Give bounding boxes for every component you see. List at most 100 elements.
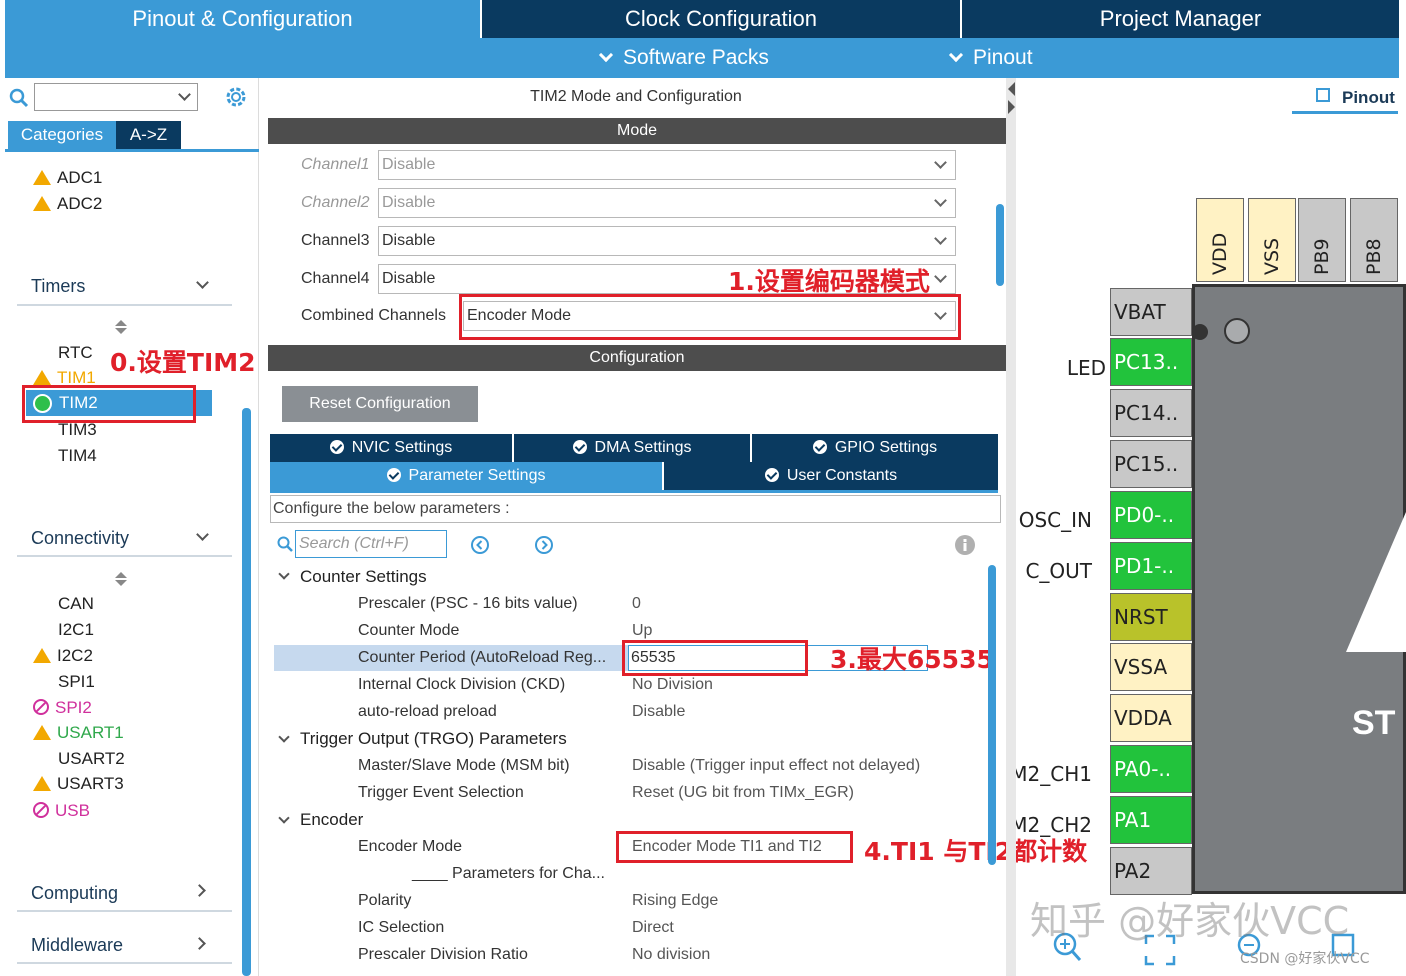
group-trgo-parameters[interactable]: Trigger Output (TRGO) Parameters — [300, 729, 567, 749]
collapse-right-icon[interactable] — [1008, 100, 1015, 114]
pin-vdda[interactable]: VDDA — [1110, 694, 1192, 742]
pin-pa2[interactable]: PA2 — [1110, 847, 1192, 895]
pin-pa0[interactable]: PA0-.. — [1110, 745, 1192, 793]
category-item-usart3[interactable]: USART3 — [33, 774, 124, 794]
pin-pc14[interactable]: PC14.. — [1110, 389, 1192, 437]
annotation-step0: 0.设置TIM2 — [110, 348, 256, 377]
info-icon[interactable] — [954, 534, 976, 556]
collapse-left-icon[interactable] — [1008, 82, 1015, 96]
pin-vdd[interactable]: VDD — [1196, 198, 1244, 282]
section-computing[interactable]: Computing — [31, 883, 118, 904]
category-item-usart1[interactable]: USART1 — [33, 723, 124, 743]
warning-icon — [33, 648, 51, 663]
gear-icon[interactable] — [224, 85, 248, 109]
pin-nrst[interactable]: NRST — [1110, 593, 1192, 641]
watermark-csdn: CSDN @好家伙VCC — [1240, 951, 1370, 967]
check-circle-icon — [329, 440, 344, 454]
section-timers[interactable]: Timers — [31, 276, 85, 297]
category-item-can[interactable]: CAN — [58, 594, 94, 614]
pin-vss[interactable]: VSS — [1248, 198, 1296, 282]
tab-user-constants[interactable]: User Constants — [664, 462, 998, 490]
param-value[interactable]: Direct — [632, 919, 674, 937]
tab-dma-settings[interactable]: DMA Settings — [514, 434, 750, 462]
category-item-tim3[interactable]: TIM3 — [58, 420, 97, 440]
category-item-rtc[interactable]: RTC — [58, 343, 93, 363]
tab-gpio-settings[interactable]: GPIO Settings — [752, 434, 998, 462]
pin-label-led: LED — [1066, 356, 1106, 380]
previous-icon[interactable] — [470, 535, 490, 555]
scrollbar[interactable] — [242, 408, 251, 976]
channel2-select[interactable]: Disable — [378, 188, 956, 218]
group-counter-settings[interactable]: Counter Settings — [300, 567, 427, 587]
category-item-i2c2[interactable]: I2C2 — [33, 646, 93, 666]
param-value[interactable]: Up — [632, 622, 652, 640]
param-value[interactable]: 0 — [632, 595, 641, 613]
pin-pc15[interactable]: PC15.. — [1110, 440, 1192, 488]
category-item-usart2[interactable]: USART2 — [58, 749, 125, 769]
chevron-right-icon[interactable] — [193, 937, 206, 950]
pin-label-tim2-ch1: M2_CH1 — [1016, 762, 1092, 786]
tab-parameter-settings[interactable]: Parameter Settings — [270, 462, 662, 490]
categories-panel: Categories A->Z ADC1 ADC2 Timers RTC TIM… — [5, 78, 259, 976]
section-middleware[interactable]: Middleware — [31, 935, 123, 956]
panel-splitter[interactable] — [1006, 78, 1016, 976]
pin-pd1[interactable]: PD1-.. — [1110, 542, 1192, 590]
group-encoder[interactable]: Encoder — [300, 810, 363, 830]
pinout-menu[interactable]: Pinout — [948, 38, 1033, 78]
channel1-select[interactable]: Disable — [378, 150, 956, 180]
tab-nvic-settings[interactable]: NVIC Settings — [270, 434, 512, 462]
mode-section-bar[interactable]: Mode — [268, 118, 1006, 144]
category-item-adc2[interactable]: ADC2 — [33, 194, 102, 214]
pin-vbat[interactable]: VBAT — [1110, 288, 1192, 336]
annotation-box-counter-period — [622, 640, 808, 676]
scrollbar[interactable] — [988, 565, 996, 865]
chevron-right-icon[interactable] — [193, 884, 206, 897]
pin-vssa[interactable]: VSSA — [1110, 643, 1192, 691]
tab-project-manager[interactable]: Project Manager — [962, 0, 1399, 38]
sort-down-icon[interactable] — [115, 580, 127, 586]
param-value[interactable]: Reset (UG bit from TIMx_EGR) — [632, 784, 854, 802]
param-value[interactable]: Rising Edge — [632, 892, 718, 910]
param-value[interactable]: No Division — [632, 676, 713, 694]
category-item-usb[interactable]: USB — [33, 800, 90, 821]
tab-a-z[interactable]: A->Z — [116, 121, 181, 149]
pinout-view-tab[interactable]: Pinout — [1292, 86, 1398, 112]
category-item-i2c1[interactable]: I2C1 — [58, 620, 94, 640]
pin-pb8[interactable]: PB8 — [1350, 198, 1398, 282]
software-packs-menu[interactable]: Software Packs — [598, 38, 769, 78]
param-value[interactable]: No division — [632, 946, 710, 964]
tab-clock-configuration[interactable]: Clock Configuration — [482, 0, 960, 38]
chevron-down-icon[interactable] — [196, 276, 209, 289]
sort-up-icon[interactable] — [115, 320, 127, 326]
parameter-search-input[interactable]: Search (Ctrl+F) — [295, 530, 447, 558]
category-item-tim4[interactable]: TIM4 — [58, 446, 97, 466]
sort-up-icon[interactable] — [115, 572, 127, 578]
param-value[interactable]: Disable — [632, 703, 685, 721]
param-value[interactable]: Disable (Trigger input effect not delaye… — [632, 757, 920, 775]
tab-pinout-configuration[interactable]: Pinout & Configuration — [5, 0, 480, 38]
pin-pb9[interactable]: PB9 — [1298, 198, 1346, 282]
search-icon[interactable] — [277, 536, 293, 552]
configuration-section-bar[interactable]: Configuration — [268, 345, 1006, 371]
check-circle-icon — [572, 440, 587, 454]
search-icon[interactable] — [9, 88, 29, 108]
pin-pc13[interactable]: PC13.. — [1110, 338, 1192, 386]
tab-categories[interactable]: Categories — [8, 121, 116, 149]
category-item-adc1[interactable]: ADC1 — [33, 168, 102, 188]
chevron-down-icon[interactable] — [278, 731, 290, 743]
next-icon[interactable] — [534, 535, 554, 555]
search-placeholder: Search (Ctrl+F) — [299, 535, 409, 552]
chevron-down-icon[interactable] — [278, 812, 290, 824]
pin-pa1[interactable]: PA1 — [1110, 796, 1192, 844]
scrollbar[interactable] — [996, 204, 1004, 286]
channel3-select[interactable]: Disable — [378, 226, 956, 256]
reset-configuration-button[interactable]: Reset Configuration — [282, 386, 478, 422]
sort-down-icon[interactable] — [115, 328, 127, 334]
category-item-spi1[interactable]: SPI1 — [58, 672, 95, 692]
category-search-input[interactable] — [34, 83, 198, 111]
chevron-down-icon[interactable] — [278, 568, 290, 580]
chevron-down-icon[interactable] — [196, 528, 209, 541]
pin-pd0[interactable]: PD0-.. — [1110, 491, 1192, 539]
category-item-spi2[interactable]: SPI2 — [33, 697, 92, 718]
section-connectivity[interactable]: Connectivity — [31, 528, 129, 549]
